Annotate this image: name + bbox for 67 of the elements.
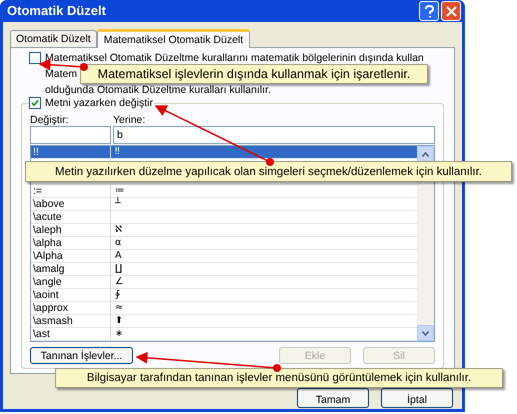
chevron-up-icon — [422, 152, 429, 156]
with-cell-text: ∐ — [114, 263, 122, 275]
list-row[interactable]: \angle ∠ — [31, 276, 417, 289]
replace-cell: \amalg — [31, 263, 111, 275]
dialog-button[interactable]: Tamam — [297, 388, 369, 408]
replace-cell: \approx — [31, 302, 111, 314]
chevron-down-icon — [422, 330, 429, 336]
scroll-up-button[interactable] — [417, 146, 434, 162]
list-row[interactable]: \above ┴ — [31, 198, 417, 211]
with-field[interactable]: b — [113, 126, 435, 144]
close-button[interactable] — [441, 1, 461, 21]
with-cell-text: ⬆ — [114, 315, 123, 327]
replace-cell: \aleph — [31, 224, 111, 236]
checkbox-label: Metni yazarken değiştir — [45, 97, 153, 109]
list-row[interactable]: \asmash ⬆ — [31, 315, 417, 328]
replace-cell: \angle — [31, 276, 111, 288]
with-cell-text: ∳ — [114, 289, 120, 301]
replace-cell: !! — [31, 146, 111, 158]
checkbox-label: Matematiksel Otomatik Düzeltme kurallarını matematik bölgelerinin dışında kullan — [45, 52, 424, 64]
tab[interactable]: Matematiksel Otomatik Düzelt — [96, 29, 250, 48]
list-row[interactable]: \Alpha Α — [31, 250, 417, 263]
replace-field[interactable] — [30, 126, 111, 144]
list-row[interactable]: \aleph ℵ — [31, 224, 417, 237]
replace-cell: \acute — [31, 211, 111, 223]
callout-tooltip: Metin yazılırken düzelme yapılıcak olan simgeleri seçmek/düzenlemek için kullanılır. — [25, 161, 512, 182]
replace-cell: \Alpha — [31, 250, 111, 262]
checkbox[interactable] — [29, 52, 41, 64]
with-cell-text: Α — [114, 250, 122, 262]
checkbox[interactable] — [29, 97, 41, 109]
description-text: olduğunda Otomatik Düzeltme kuralları kullanılır. — [45, 84, 271, 96]
with-cell-text: ‼ — [114, 146, 120, 158]
list-row[interactable]: \alpha α — [31, 237, 417, 250]
with-cell-text: α — [114, 237, 122, 249]
with-label: Yerine: — [113, 114, 146, 126]
list-row[interactable]: !! ‼ — [31, 146, 417, 159]
panel-button[interactable]: Tanınan İşlevler... — [30, 347, 133, 364]
list-row[interactable]: \ast ∗ — [31, 328, 417, 341]
with-cell-text: ≔ — [114, 185, 124, 197]
replace-cell: := — [31, 185, 111, 197]
list-row[interactable]: := ≔ — [31, 185, 417, 198]
help-icon — [424, 4, 434, 18]
callout-tooltip: Matematiksel işlevlerin dışında kullanmak için işaretlenir. — [80, 64, 428, 84]
list-row[interactable]: \amalg ∐ — [31, 263, 417, 276]
checkmark-icon — [31, 99, 39, 107]
scrollbar[interactable] — [417, 146, 434, 341]
list-row[interactable]: \acute — [31, 211, 417, 224]
replace-cell: \alpha — [31, 237, 111, 249]
window-title: Otomatik Düzelt — [7, 3, 106, 19]
replace-cell: \above — [31, 198, 111, 210]
dialog-button[interactable]: İptal — [381, 388, 453, 408]
help-button[interactable] — [419, 1, 439, 21]
with-cell-text: ∠ — [114, 276, 124, 288]
with-cell-text: ┴ — [114, 198, 121, 210]
scroll-down-button[interactable] — [417, 325, 434, 341]
with-cell-text: ∗ — [114, 328, 123, 340]
with-cell-text: ≈ — [114, 302, 123, 314]
replace-cell: \asmash — [31, 315, 111, 327]
replace-cell: \aoint — [31, 289, 111, 301]
tab[interactable]: Otomatik Düzelt — [10, 30, 97, 47]
replace-label: Değiştir: — [30, 114, 70, 126]
replace-cell: \ast — [31, 328, 111, 340]
close-icon — [446, 6, 456, 16]
list-row[interactable]: \approx ≈ — [31, 302, 417, 315]
description-text: Matem — [45, 68, 78, 80]
list-row[interactable]: \aoint ∳ — [31, 289, 417, 302]
callout-tooltip: Bilgisayar tarafından tanınan işlevler menüsünü görüntülemek için kullanılır. — [55, 368, 503, 388]
with-cell-text: ℵ — [114, 224, 122, 236]
